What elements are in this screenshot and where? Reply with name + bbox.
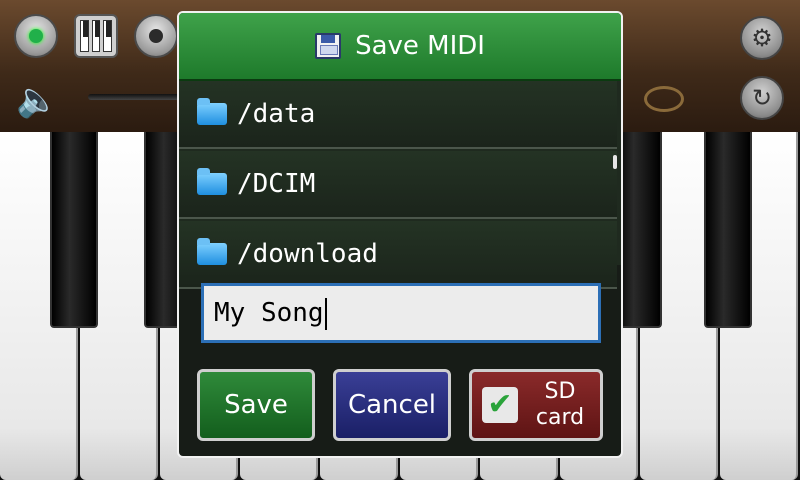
folder-icon	[197, 168, 227, 195]
folder-icon	[197, 98, 227, 125]
save-button[interactable]: Save	[197, 369, 315, 441]
gear-icon: ⚙	[751, 24, 773, 52]
save-button-label: Save	[224, 390, 288, 420]
folder-icon	[197, 238, 227, 265]
refresh-icon: ↻	[751, 84, 773, 112]
record-button[interactable]	[14, 14, 58, 58]
black-key[interactable]	[50, 132, 98, 328]
folder-label: /data	[237, 99, 316, 129]
stop-button[interactable]	[134, 14, 178, 58]
ring-decoration	[644, 86, 684, 112]
settings-button[interactable]: ⚙	[740, 16, 784, 60]
filename-input[interactable]: My Song	[201, 283, 601, 343]
stop-icon	[149, 29, 163, 43]
checkmark-icon: ✔	[482, 387, 518, 423]
folder-list: /data /DCIM /download	[179, 81, 621, 289]
cancel-button-label: Cancel	[347, 390, 437, 420]
folder-label: /download	[237, 239, 378, 269]
volume-slider[interactable]	[88, 94, 188, 100]
folder-label: /DCIM	[237, 169, 316, 199]
dialog-header: Save MIDI	[179, 13, 621, 81]
folder-item-download[interactable]: /download	[179, 221, 617, 289]
black-key[interactable]	[704, 132, 752, 328]
sd-card-toggle[interactable]: ✔ SD card	[469, 369, 603, 441]
sd-card-label: SD card	[535, 379, 585, 430]
folder-list-scrollbar[interactable]	[613, 155, 617, 169]
save-midi-dialog: Save MIDI /data /DCIM /download My Song …	[177, 11, 623, 458]
piano-keys-button[interactable]	[74, 14, 118, 58]
dialog-title: Save MIDI	[355, 31, 485, 61]
piano-key-icon	[80, 20, 89, 52]
folder-item-data[interactable]: /data	[179, 81, 617, 149]
record-icon	[29, 29, 43, 43]
refresh-button[interactable]: ↻	[740, 76, 784, 120]
piano-key-icon	[91, 20, 101, 52]
cancel-button[interactable]: Cancel	[333, 369, 451, 441]
piano-key-icon	[103, 20, 113, 52]
folder-item-dcim[interactable]: /DCIM	[179, 151, 617, 219]
filename-value: My Song	[214, 298, 324, 328]
text-caret	[324, 297, 327, 330]
floppy-disk-icon	[315, 33, 342, 59]
volume-speaker-icon: 🔈	[16, 80, 59, 120]
